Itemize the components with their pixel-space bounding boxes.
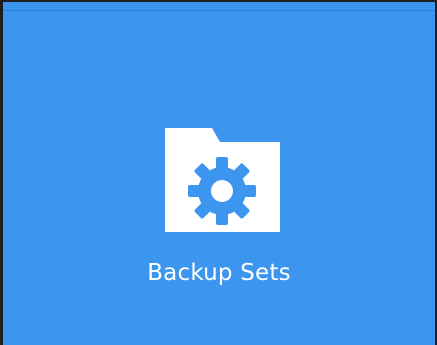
tile-label: Backup Sets [147,260,291,286]
backup-sets-tile[interactable]: Backup Sets [3,2,435,345]
tile-top-edge [3,10,435,11]
folder-gear-icon [164,128,282,238]
tile-frame: Backup Sets [0,0,437,345]
